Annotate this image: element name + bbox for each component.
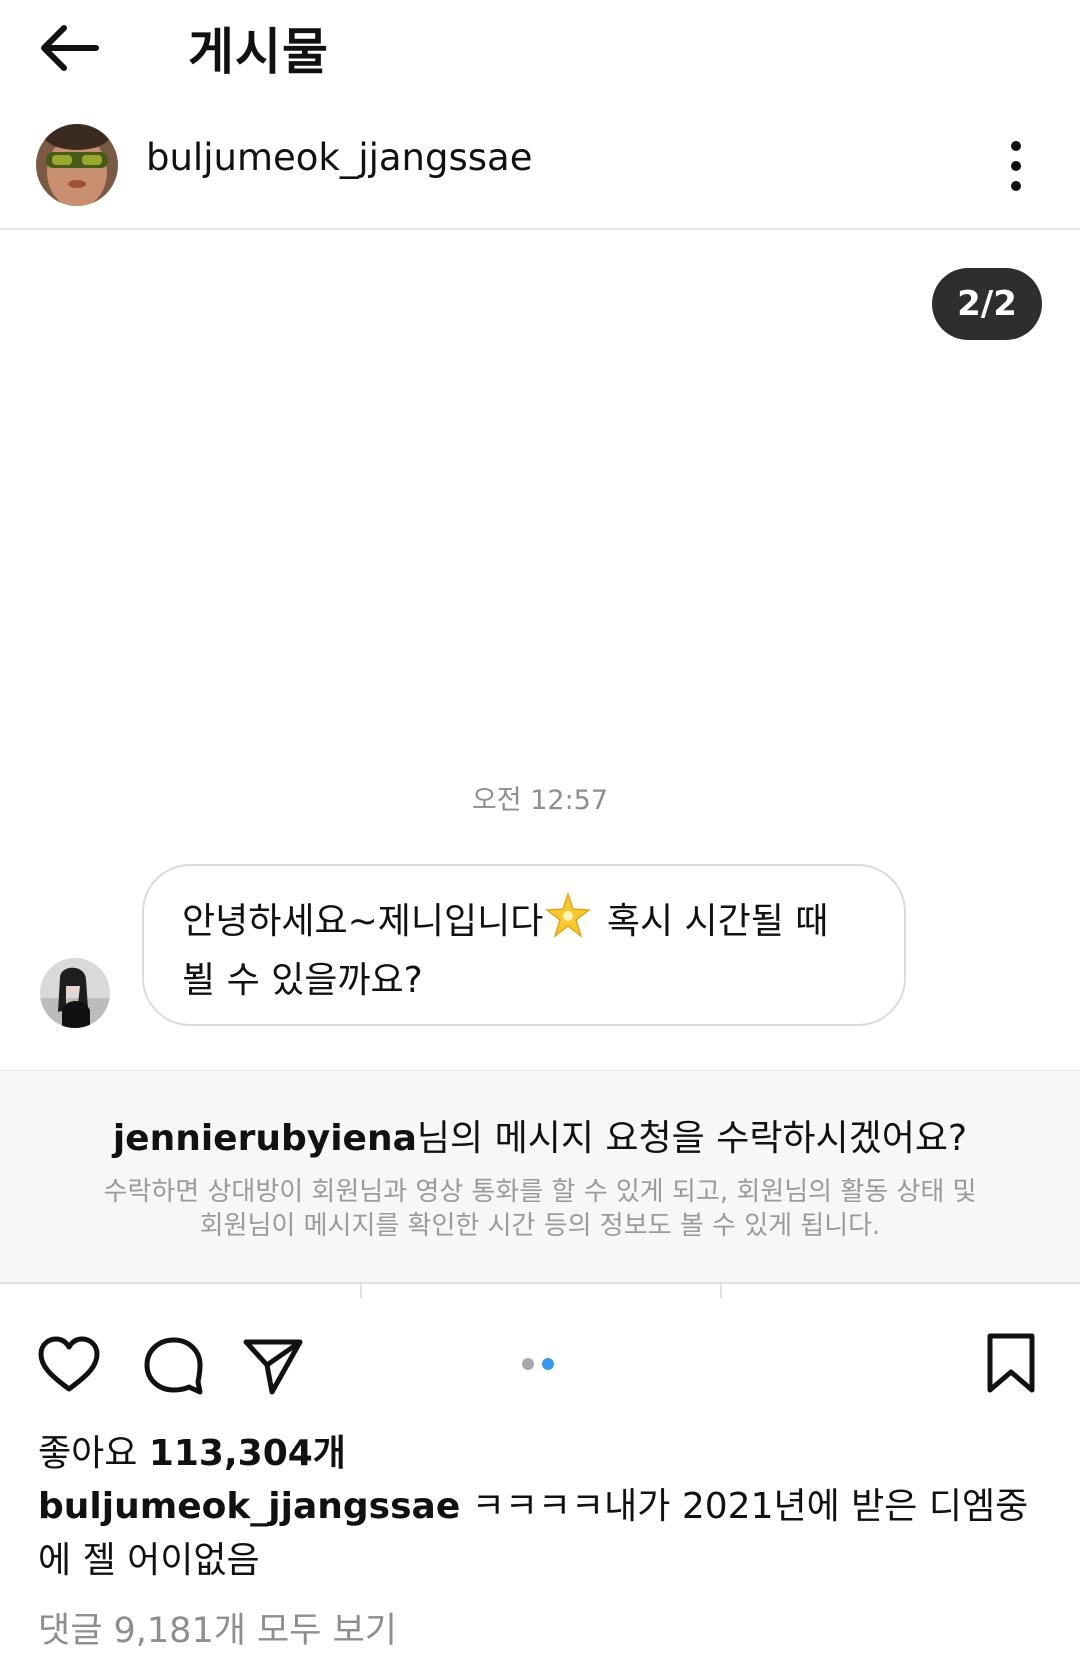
carousel-dot-active [542,1358,554,1370]
post-caption: buljumeok_jjangssae ㅋㅋㅋㅋ내가 2021년에 받은 디엠중… [38,1480,1048,1588]
top-app-bar: 게시물 [0,0,1080,96]
like-button[interactable] [36,1332,102,1398]
request-username: jennierubyiena [112,1118,417,1159]
caption-username[interactable]: buljumeok_jjangssae [38,1486,460,1527]
request-description-line-1: 수락하면 상대방이 회원님과 영상 통화를 할 수 있게 되고, 회원님의 활동… [103,1177,977,1207]
message-bubble: 안녕하세요~제니입니다 혹시 시간될 때 뵐 수 있을까요? [142,864,906,1026]
share-button[interactable] [240,1332,306,1398]
page-title: 게시물 [188,23,329,81]
post-detail-screen: 게시물 buljumeok_jjangssae 2/2 오전 12:57 안녕하… [0,0,1080,1662]
heart-icon [38,1336,100,1392]
message-text-start: 안녕하세요~제니입니다 [182,901,544,942]
back-button[interactable] [38,20,108,76]
message-timestamp: 오전 12:57 [471,785,609,816]
bookmark-icon [987,1333,1035,1393]
author-avatar[interactable] [36,124,118,206]
send-icon [243,1339,303,1395]
like-count[interactable]: 좋아요 113,304개 [38,1424,346,1476]
request-buttons-divider [0,1282,1080,1298]
post-action-bar [0,1332,1080,1412]
request-description: 수락하면 상대방이 회원님과 영상 통화를 할 수 있게 되고, 회원님의 활동… [40,1175,1040,1243]
carousel-indicator [520,1358,560,1372]
button-separator [360,1284,362,1298]
image-counter-badge: 2/2 [932,268,1042,340]
request-question-text: 님의 메시지 요청을 수락하시겠어요? [416,1118,968,1159]
more-vertical-icon [1011,141,1021,191]
avatar-photo [36,124,118,206]
like-label: 좋아요 [38,1433,138,1474]
message-line-1: 안녕하세요~제니입니다 혹시 시간될 때 [182,891,874,954]
like-number: 113,304개 [148,1433,346,1474]
request-question: jennierubyiena님의 메시지 요청을 수락하시겠어요? [0,1109,1080,1161]
author-username[interactable]: buljumeok_jjangssae [146,136,532,179]
post-image[interactable]: 2/2 오전 12:57 안녕하세요~제니입니다 혹시 시간될 때 뵐 수 있을… [0,232,1080,1298]
message-text-end: 혹시 시간될 때 [595,901,829,942]
carousel-dot [522,1358,534,1370]
view-all-comments-link[interactable]: 댓글 9,181개 모두 보기 [38,1602,397,1653]
post-header: buljumeok_jjangssae [0,110,1080,230]
more-options-button[interactable] [992,136,1040,196]
save-button[interactable] [978,1332,1044,1398]
sender-avatar [40,958,110,1028]
request-description-line-2: 회원님이 메시지를 확인한 시간 등의 정보도 볼 수 있게 됩니다. [199,1211,881,1241]
message-line-2: 뵐 수 있을까요? [182,960,423,1001]
comment-button[interactable] [140,1332,206,1398]
button-separator [720,1284,722,1298]
star-sparkle-icon [545,891,592,954]
message-request-panel: jennierubyiena님의 메시지 요청을 수락하시겠어요? 수락하면 상… [0,1070,1080,1282]
comment-icon [144,1337,203,1395]
arrow-left-icon [41,25,99,71]
